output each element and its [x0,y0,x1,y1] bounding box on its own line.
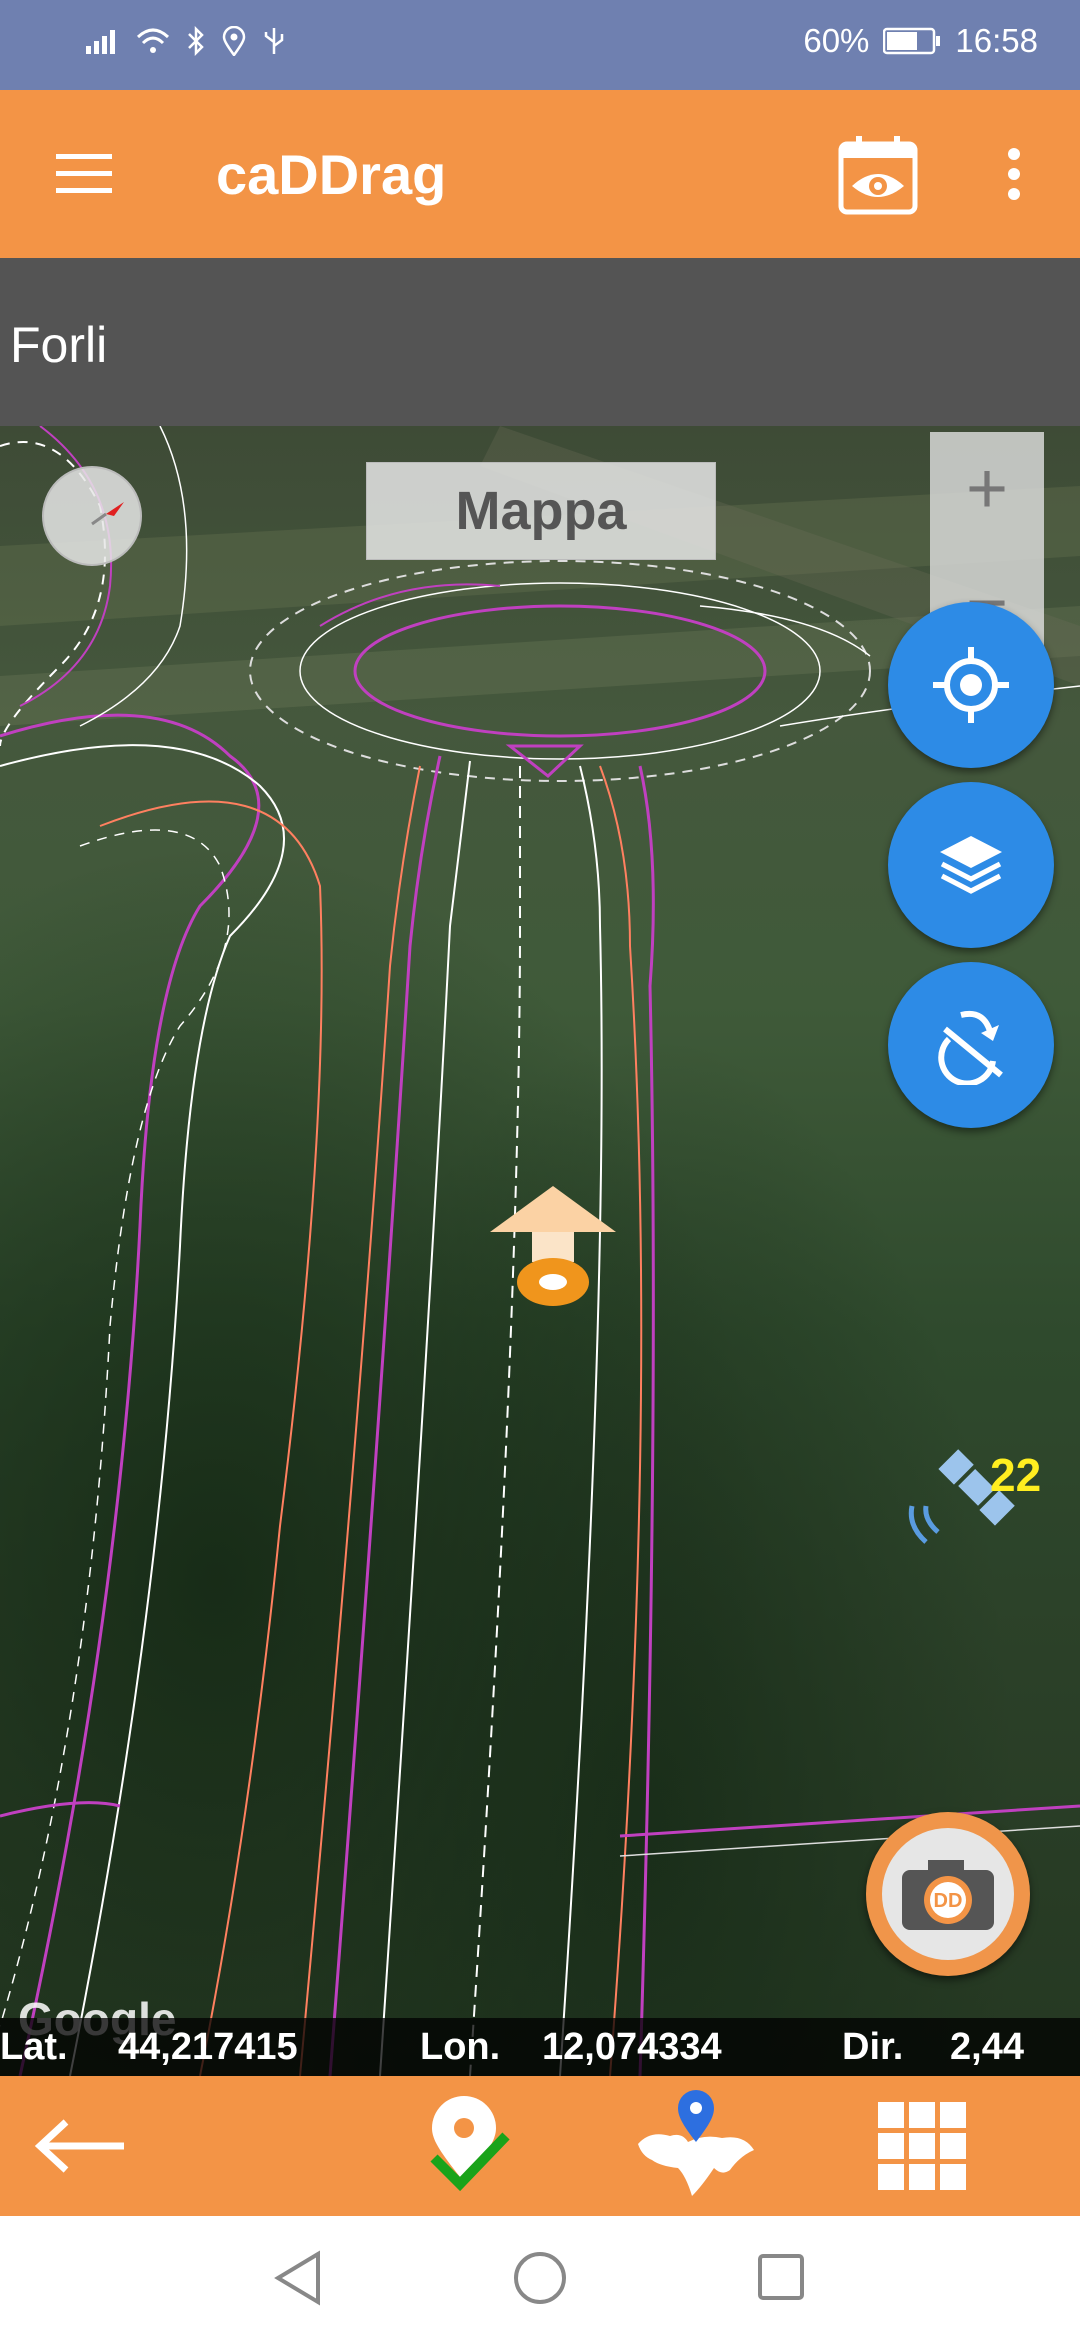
clock: 16:58 [955,22,1038,59]
location-check-icon[interactable] [420,2096,510,2196]
dir-label: Dir. [842,2026,904,2068]
battery-icon [883,27,941,55]
camera-button[interactable]: DD [866,1812,1030,1976]
system-nav-bar [0,2216,1080,2340]
back-arrow-icon[interactable] [34,2116,128,2176]
more-options-icon[interactable] [1006,146,1022,202]
lat-label: Lat. [0,2026,68,2068]
status-icons [86,26,286,56]
wifi-icon [136,28,170,53]
layers-button[interactable] [888,782,1054,948]
world-map-pin-icon[interactable] [630,2090,760,2202]
zoom-in-button[interactable]: + [930,432,1044,546]
map-view[interactable]: Mappa + − 22 [0,426,1080,2076]
grid-menu-icon[interactable] [876,2100,968,2192]
app-bar: caDDrag [0,90,1080,258]
map-mode-chip[interactable]: Mappa [366,462,716,560]
signal-icon [86,30,115,54]
calendar-eye-icon[interactable] [838,134,918,216]
location-icon [222,26,246,56]
nav-home-icon[interactable] [512,2250,568,2306]
compass-button[interactable] [42,466,142,566]
nav-back-icon[interactable] [272,2250,326,2306]
rotate-map-button[interactable] [888,962,1054,1128]
camera-icon: DD [902,1860,994,1930]
bottom-toolbar [0,2076,1080,2216]
rotate-icon [938,1011,1003,1085]
satellite-count: 22 [990,1449,1042,1501]
bluetooth-icon [188,26,204,56]
status-bar: 60% 16:58 [0,0,1080,90]
lon-label: Lon. [420,2026,501,2068]
location-bar: Forli [0,258,1080,426]
locate-me-button[interactable] [888,602,1054,768]
app-title: caDDrag [216,143,447,206]
nav-recents-icon[interactable] [756,2252,806,2302]
layers-icon [940,836,1002,894]
city-name: Forli [10,317,108,373]
current-position-marker [490,1186,616,1306]
dir-value: 2,44 [950,2026,1024,2068]
svg-text:DD: DD [934,1890,963,1912]
compass-needle-icon [91,502,124,526]
crosshair-icon [933,647,1009,723]
coordinates-bar: Lat. 44,217415 Lon. 12,074334 Dir. 2,44 [0,2018,1080,2076]
lat-value: 44,217415 [118,2026,298,2068]
battery-percent: 60% [803,22,870,59]
lon-value: 12,074334 [542,2026,722,2068]
menu-icon[interactable] [56,152,112,196]
usb-icon [264,28,284,54]
